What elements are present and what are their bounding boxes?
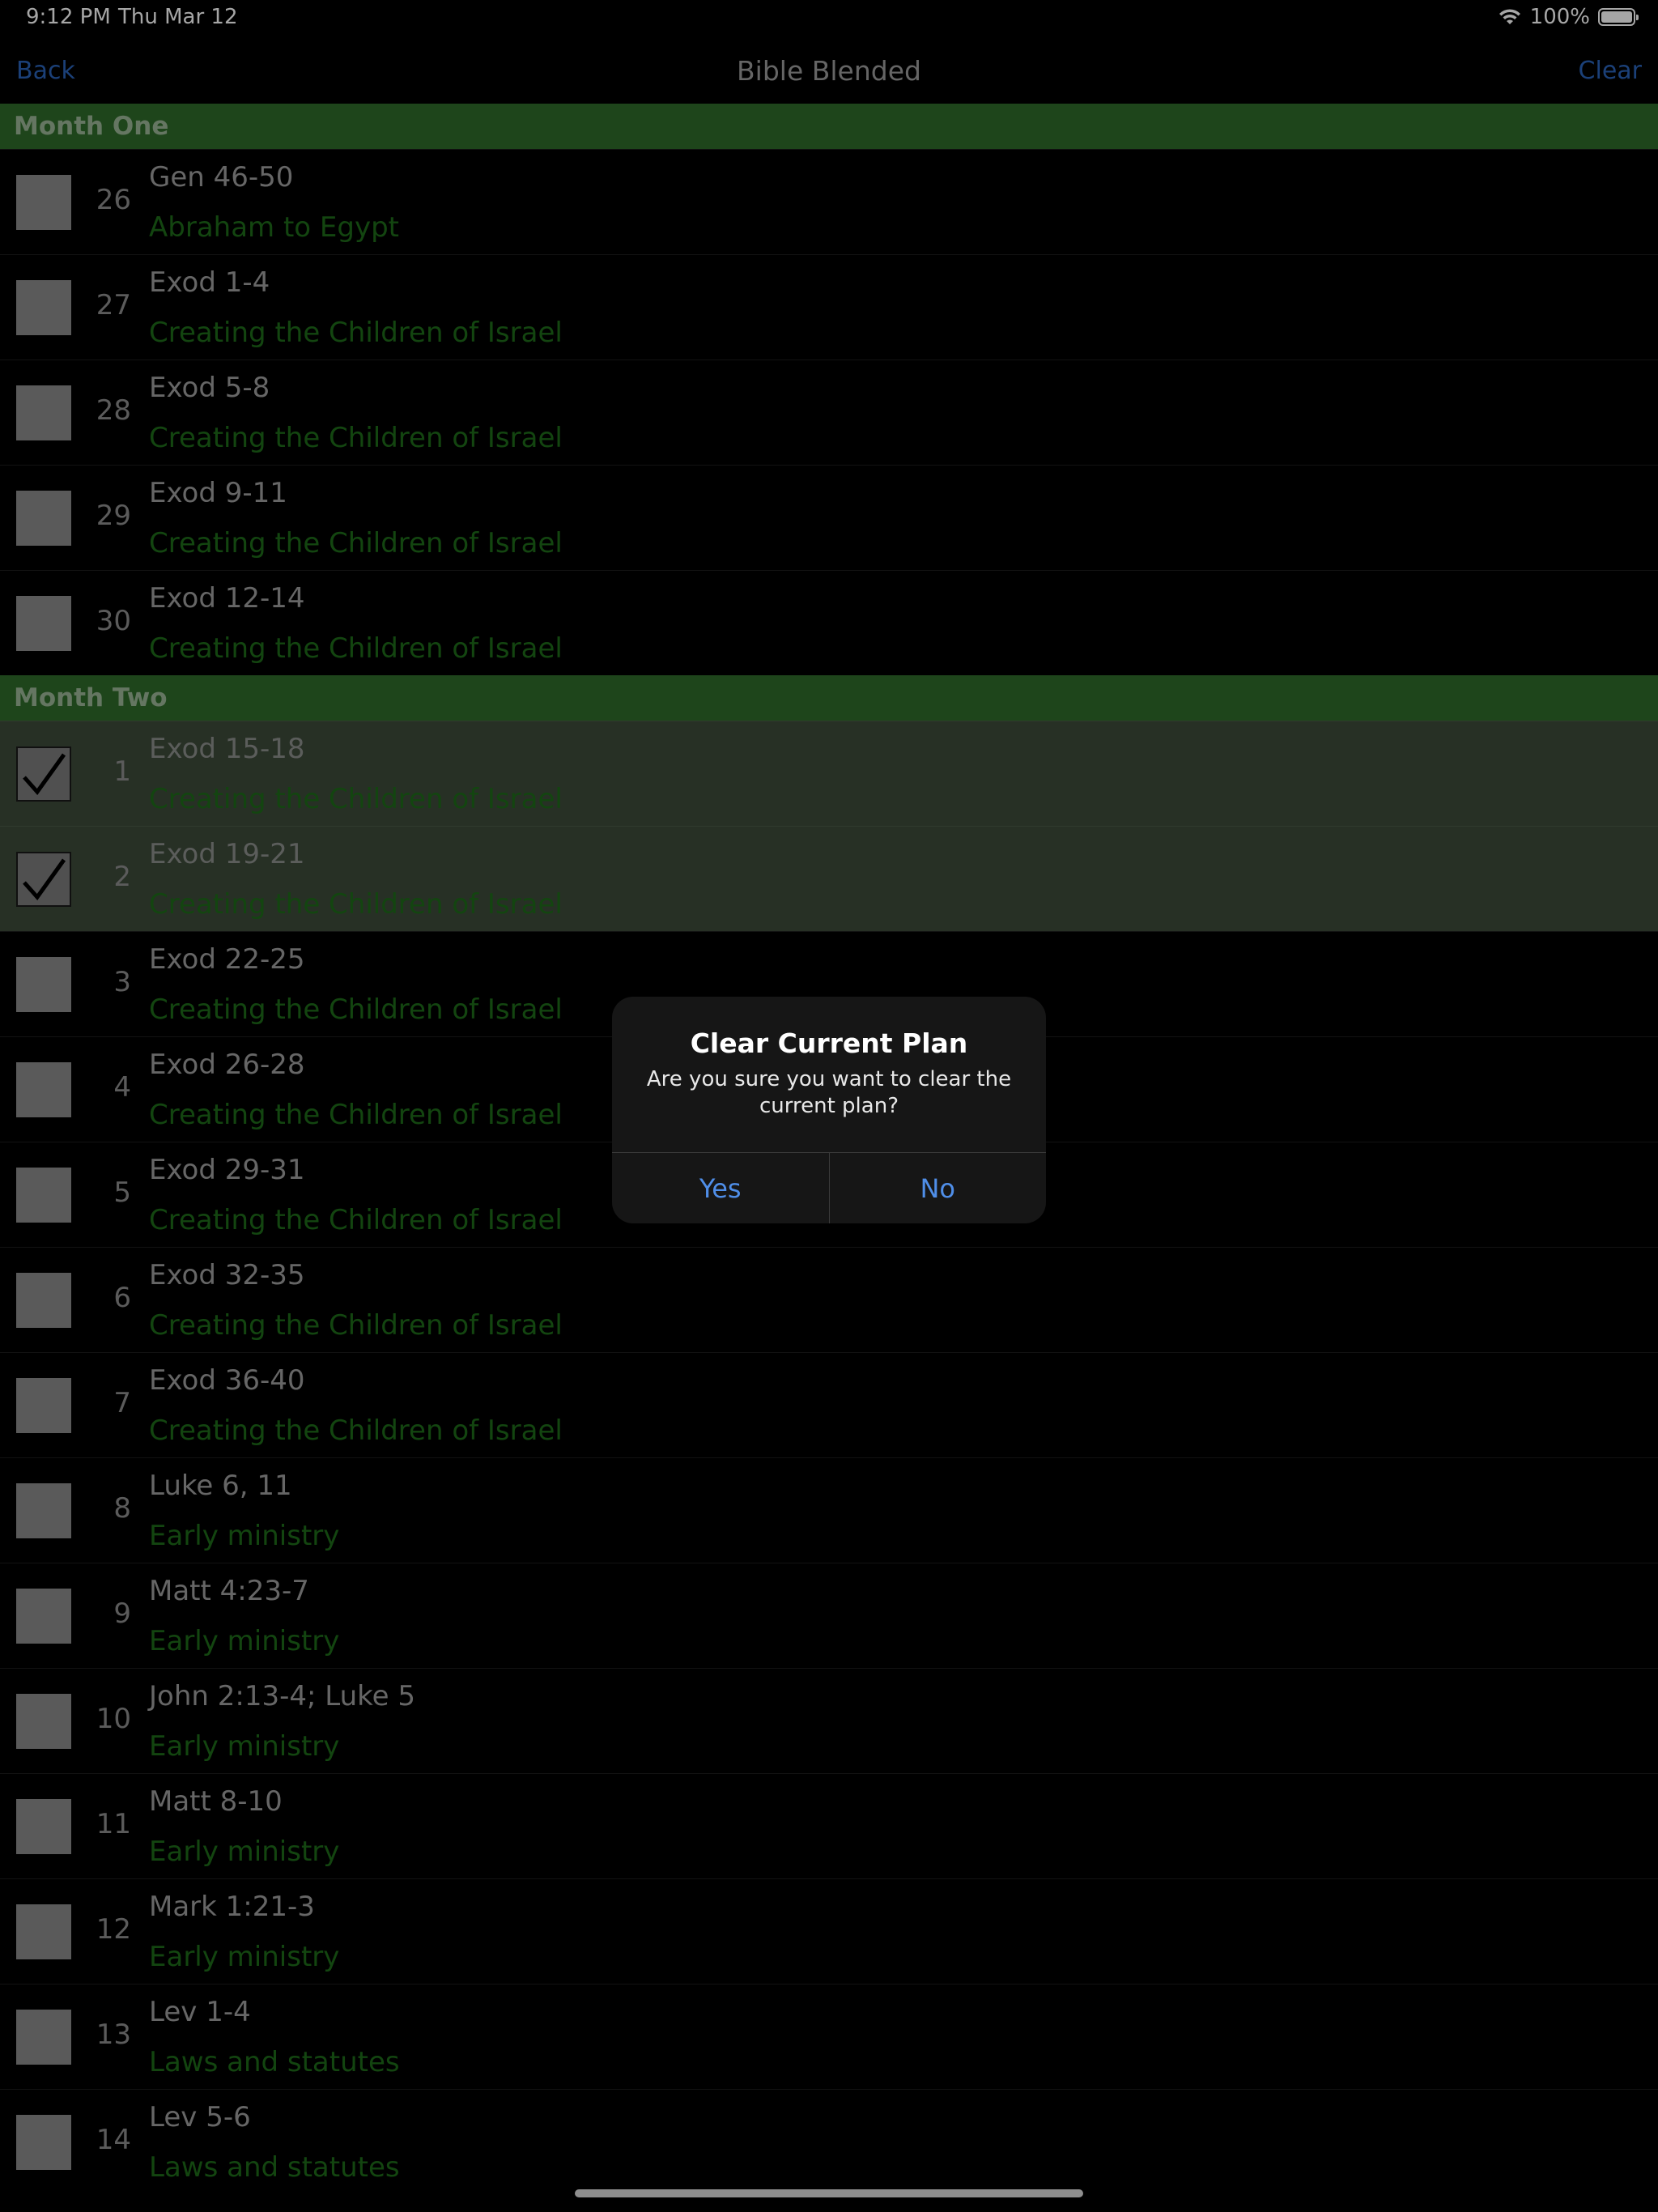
alert-title: Clear Current Plan	[690, 1027, 968, 1059]
alert-message: Are you sure you want to clear the curre…	[646, 1067, 1012, 1118]
clear-plan-alert: Clear Current Plan Are you sure you want…	[612, 997, 1046, 1223]
no-button[interactable]: No	[830, 1153, 1047, 1223]
yes-button[interactable]: Yes	[612, 1153, 830, 1223]
alert-buttons: Yes No	[612, 1152, 1046, 1223]
home-indicator	[575, 2189, 1083, 2197]
